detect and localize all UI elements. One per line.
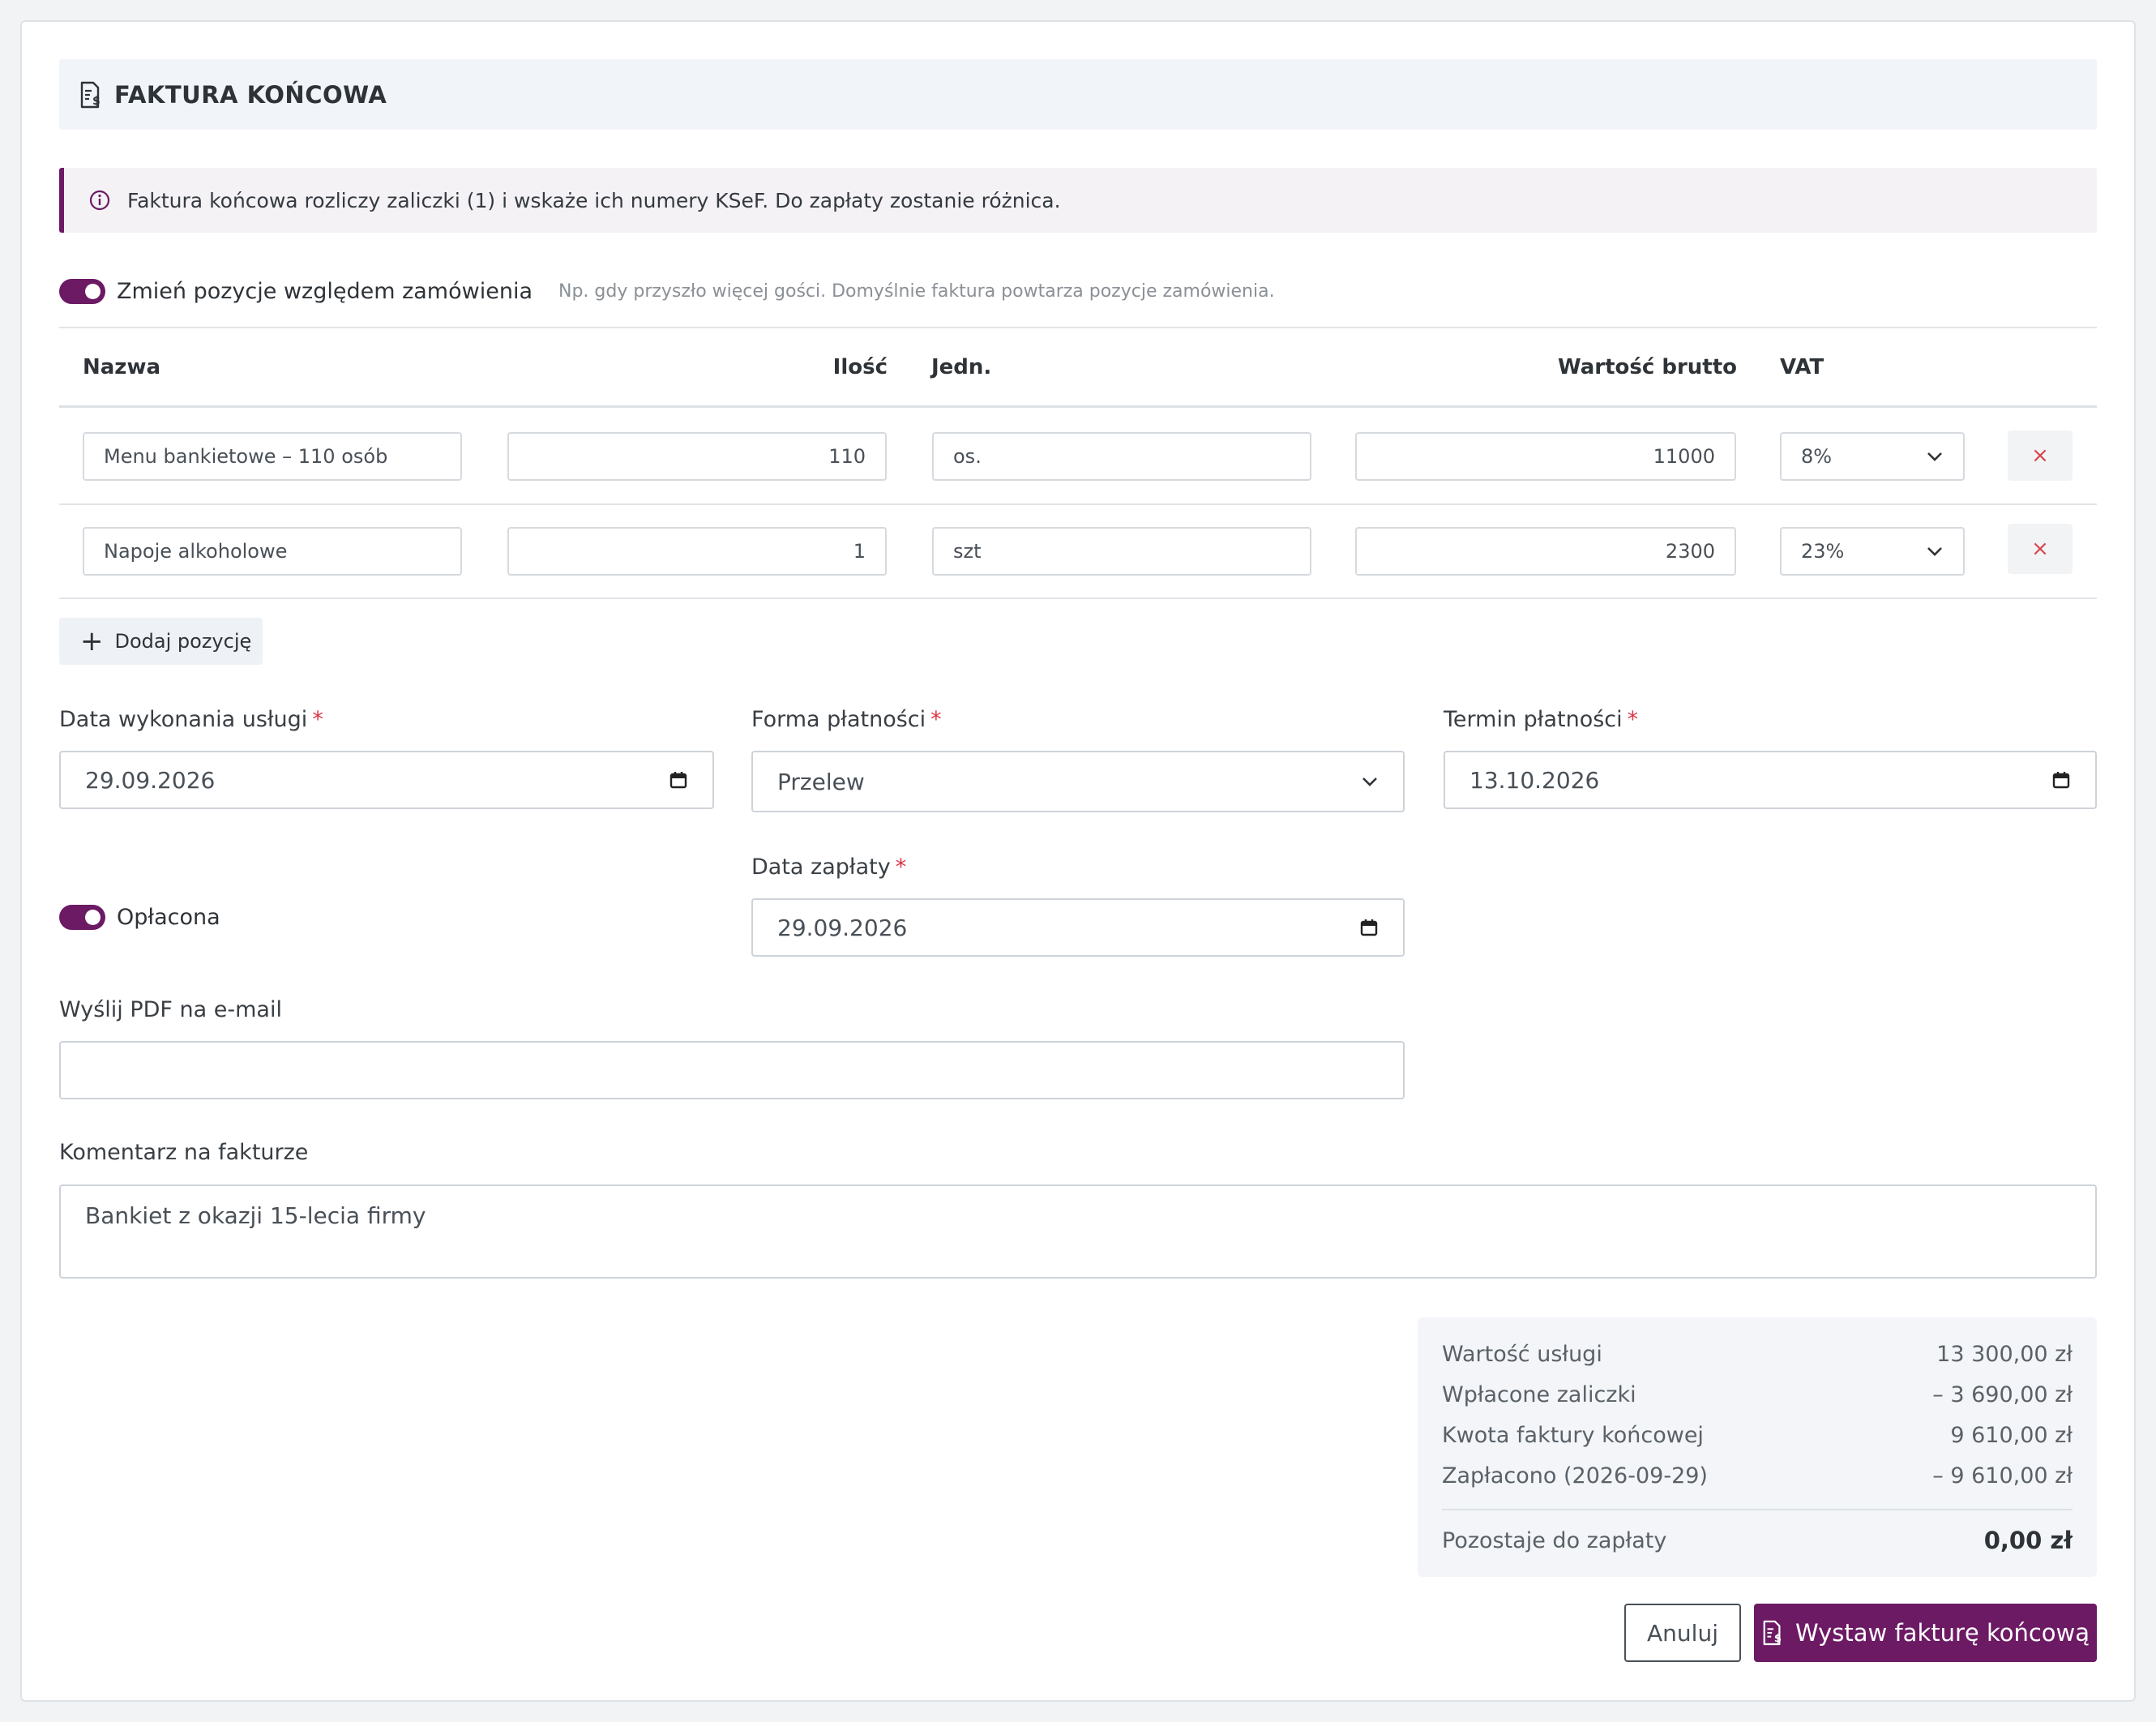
col-header-name: Nazwa bbox=[83, 355, 161, 379]
summary-row: Wpłacone zaliczki – 3 690,00 zł bbox=[1442, 1381, 2073, 1407]
delete-row-button[interactable]: × bbox=[2008, 524, 2073, 574]
close-icon: × bbox=[2031, 443, 2049, 468]
payment-due-input[interactable]: 13.10.2026 bbox=[1444, 751, 2097, 809]
modify-positions-row: Zmień pozycje względem zamówienia Np. gd… bbox=[59, 279, 1275, 304]
required-mark: * bbox=[930, 707, 942, 732]
delete-row-button[interactable]: × bbox=[2008, 430, 2073, 481]
calendar-icon[interactable] bbox=[669, 770, 688, 790]
item-gross-input[interactable]: 2300 bbox=[1355, 527, 1736, 576]
required-mark: * bbox=[895, 855, 907, 880]
calendar-icon[interactable] bbox=[1359, 918, 1379, 937]
service-date-label: Data wykonania usługi * bbox=[59, 707, 323, 732]
paid-toggle[interactable] bbox=[59, 905, 105, 930]
issue-final-invoice-label: Wystaw fakturę końcową bbox=[1795, 1619, 2090, 1647]
col-header-vat: VAT bbox=[1780, 355, 1824, 379]
item-qty-input[interactable]: 1 bbox=[507, 527, 887, 576]
item-name-input[interactable]: Menu bankietowe – 110 osób bbox=[83, 432, 462, 481]
chevron-down-icon bbox=[1927, 452, 1942, 461]
alert-text: Faktura końcowa rozliczy zaliczki (1) i … bbox=[127, 188, 1061, 212]
issue-final-invoice-button[interactable]: $ Wystaw fakturę końcową bbox=[1754, 1604, 2097, 1662]
table-header-divider bbox=[59, 405, 2097, 408]
divider bbox=[59, 327, 2097, 328]
item-vat-select[interactable]: 23% bbox=[1780, 527, 1965, 576]
calendar-icon[interactable] bbox=[2051, 770, 2071, 790]
page-title: FAKTURA KOŃCOWA bbox=[114, 80, 387, 109]
item-gross-input[interactable]: 11000 bbox=[1355, 432, 1736, 481]
summary-total-value: 0,00 zł bbox=[1983, 1527, 2073, 1554]
modify-positions-help: Np. gdy przyszło więcej gości. Domyślnie… bbox=[558, 281, 1275, 302]
summary-panel: Wartość usługi 13 300,00 zł Wpłacone zal… bbox=[1418, 1317, 2097, 1577]
chevron-down-icon bbox=[1927, 547, 1942, 556]
payment-date-label: Data zapłaty * bbox=[751, 855, 907, 880]
add-position-button[interactable]: + Dodaj pozycję bbox=[59, 618, 263, 665]
section-header: $ FAKTURA KOŃCOWA bbox=[59, 59, 2097, 130]
invoice-icon: $ bbox=[1763, 1620, 1782, 1645]
required-mark: * bbox=[1627, 707, 1639, 732]
col-header-gross: Wartość brutto bbox=[1557, 355, 1737, 379]
col-header-unit: Jedn. bbox=[931, 355, 992, 379]
service-date-value: 29.09.2026 bbox=[85, 766, 216, 794]
row-divider bbox=[59, 503, 2097, 505]
invoice-icon: $ bbox=[80, 81, 101, 108]
add-position-label: Dodaj pozycję bbox=[114, 630, 252, 653]
email-field[interactable] bbox=[59, 1041, 1405, 1099]
paid-label: Opłacona bbox=[117, 905, 220, 930]
info-icon bbox=[89, 190, 110, 211]
svg-text:$: $ bbox=[1774, 1633, 1782, 1645]
paid-row: Opłacona bbox=[59, 905, 220, 930]
summary-row: Wartość usługi 13 300,00 zł bbox=[1442, 1341, 2073, 1367]
payment-due-label: Termin płatności * bbox=[1444, 707, 1639, 732]
comment-label: Komentarz na fakturze bbox=[59, 1140, 309, 1165]
item-vat-value: 23% bbox=[1801, 540, 1845, 563]
payment-due-value: 13.10.2026 bbox=[1469, 766, 1600, 794]
item-name-input[interactable]: Napoje alkoholowe bbox=[83, 527, 462, 576]
comment-textarea[interactable]: Bankiet z okazji 15-lecia firmy bbox=[59, 1184, 2097, 1279]
col-header-qty: Ilość bbox=[832, 355, 888, 379]
svg-text:$: $ bbox=[92, 95, 101, 108]
modify-positions-label: Zmień pozycje względem zamówienia bbox=[117, 279, 533, 304]
cancel-button[interactable]: Anuluj bbox=[1624, 1604, 1741, 1662]
required-mark: * bbox=[312, 707, 323, 732]
modify-positions-toggle[interactable] bbox=[59, 279, 105, 304]
item-vat-select[interactable]: 8% bbox=[1780, 432, 1965, 481]
row-divider bbox=[59, 598, 2097, 599]
summary-row: Kwota faktury końcowej 9 610,00 zł bbox=[1442, 1422, 2073, 1448]
item-qty-input[interactable]: 110 bbox=[507, 432, 887, 481]
payment-date-value: 29.09.2026 bbox=[777, 914, 908, 941]
item-unit-input[interactable]: szt bbox=[932, 527, 1311, 576]
item-unit-input[interactable]: os. bbox=[932, 432, 1311, 481]
email-label: Wyślij PDF na e-mail bbox=[59, 997, 282, 1022]
payment-method-value: Przelew bbox=[777, 768, 865, 795]
item-vat-value: 8% bbox=[1801, 445, 1833, 468]
payment-method-select[interactable]: Przelew bbox=[751, 751, 1405, 812]
summary-total-label: Pozostaje do zapłaty bbox=[1442, 1527, 1667, 1553]
payment-method-label: Forma płatności * bbox=[751, 707, 942, 732]
summary-total-row: Pozostaje do zapłaty 0,00 zł bbox=[1442, 1509, 2073, 1564]
info-alert: Faktura końcowa rozliczy zaliczki (1) i … bbox=[59, 168, 2097, 233]
chevron-down-icon bbox=[1362, 777, 1377, 786]
service-date-input[interactable]: 29.09.2026 bbox=[59, 751, 714, 809]
summary-row: Zapłacono (2026-09-29) – 9 610,00 zł bbox=[1442, 1463, 2073, 1489]
payment-date-input[interactable]: 29.09.2026 bbox=[751, 898, 1405, 957]
close-icon: × bbox=[2031, 537, 2049, 561]
plus-icon: + bbox=[80, 625, 104, 658]
